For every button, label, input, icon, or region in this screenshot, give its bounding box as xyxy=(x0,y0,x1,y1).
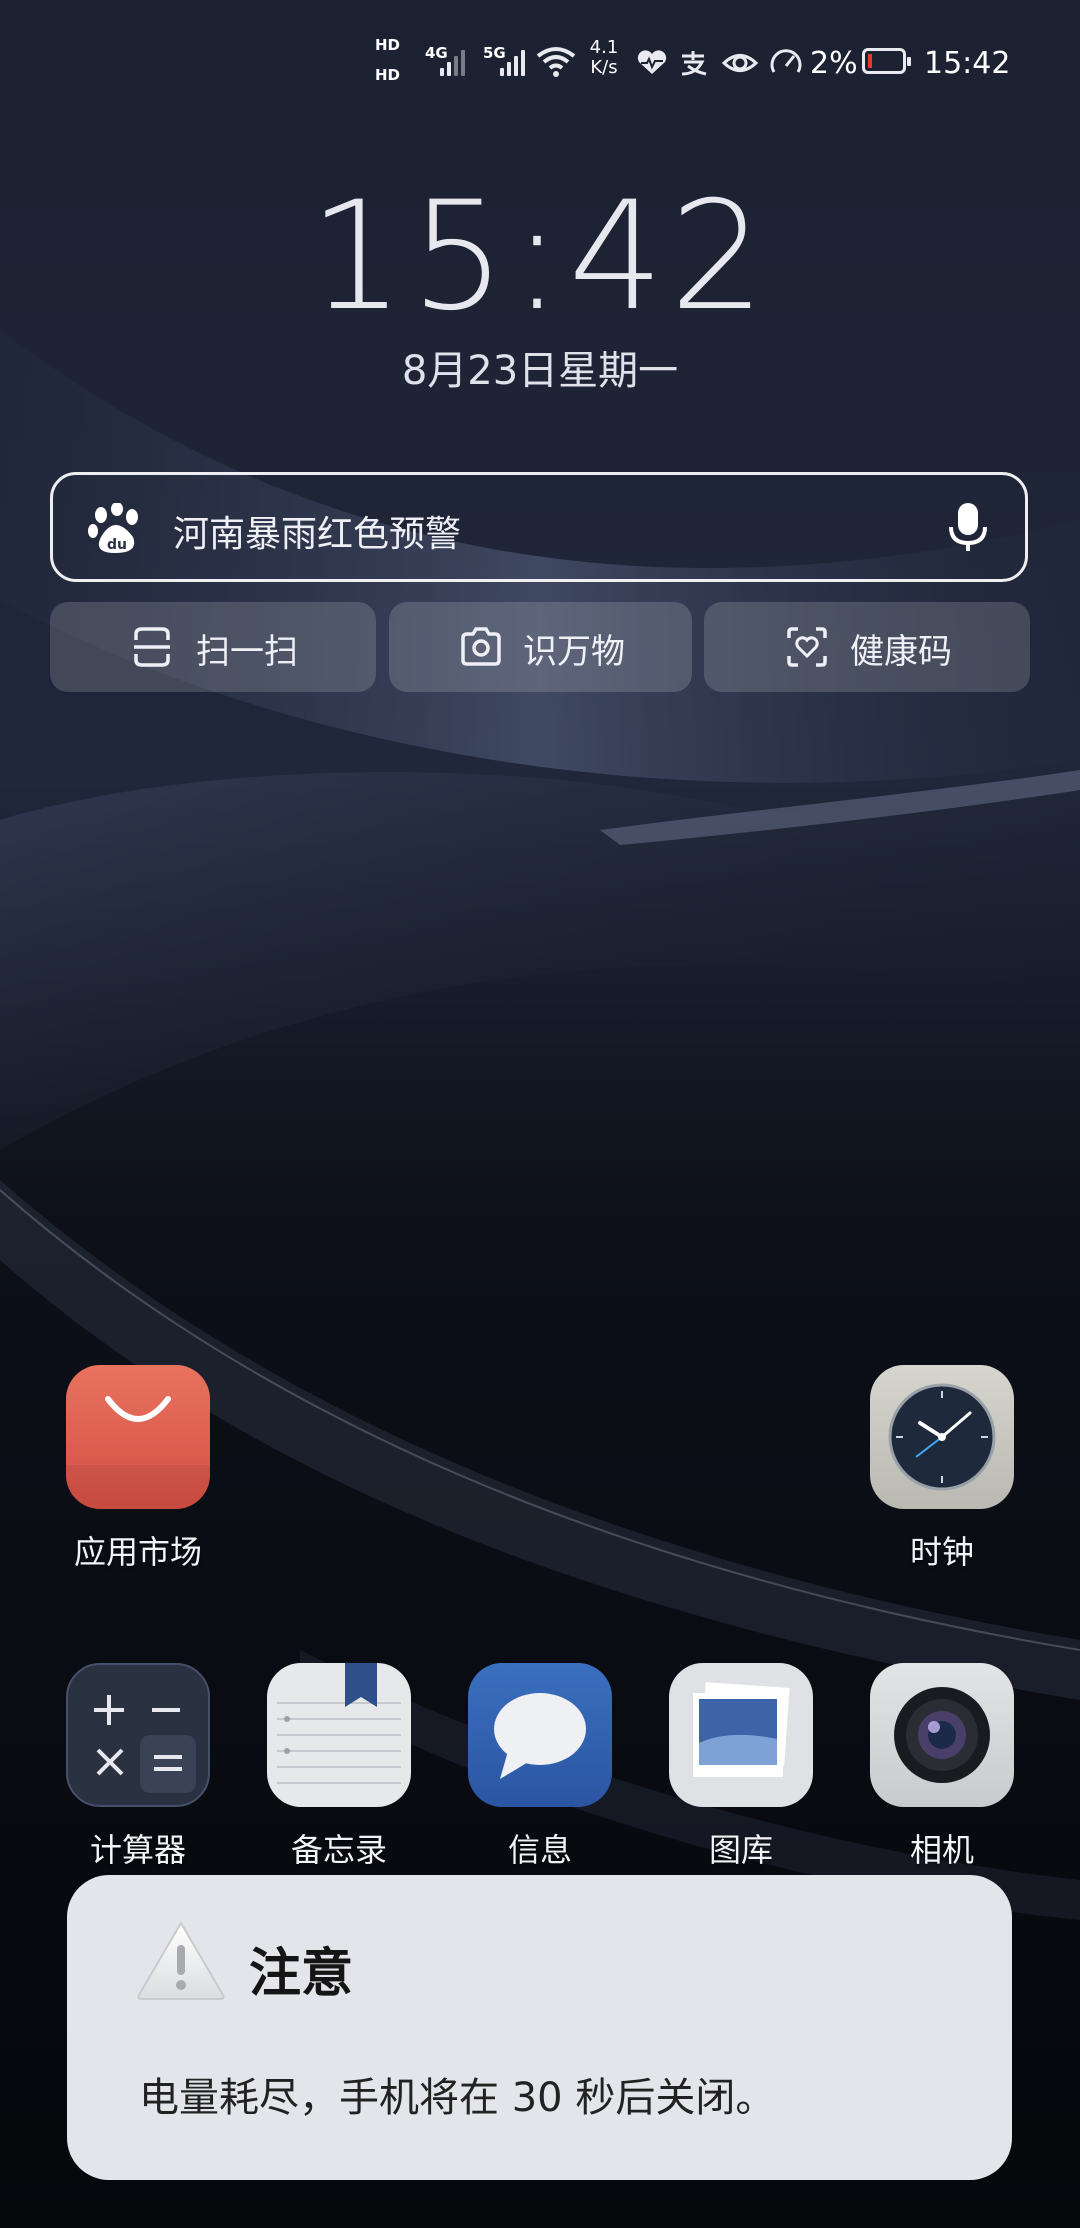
scan-button[interactable]: 扫一扫 xyxy=(50,602,376,692)
calculator-icon xyxy=(66,1663,210,1807)
scan-label: 扫一扫 xyxy=(196,632,298,672)
low-battery-dialog[interactable]: 注意 电量耗尽，手机将在 30 秒后关闭。 xyxy=(67,1875,1012,2180)
clock-widget-time[interactable]: 15:42 xyxy=(0,172,1080,342)
dialog-title: 注意 xyxy=(249,1944,354,2004)
microphone-icon[interactable] xyxy=(947,501,989,555)
wifi-icon xyxy=(536,47,576,77)
network-speed-value: 4.1 xyxy=(589,37,619,58)
calculator-app[interactable]: 计算器 xyxy=(58,1663,218,1871)
sim2-signal-icon xyxy=(500,46,530,76)
network-speed-unit: K/s xyxy=(590,57,618,78)
clock-widget-date[interactable]: 8月23日星期一 xyxy=(0,338,1080,396)
battery-icon xyxy=(862,48,911,74)
alipay-icon xyxy=(681,51,707,76)
health-code-button[interactable]: 健康码 xyxy=(704,602,1030,692)
notepad-app[interactable]: 备忘录 xyxy=(259,1663,419,1871)
app-market-label: 应用市场 xyxy=(73,1533,202,1571)
status-time: 15:42 xyxy=(924,46,1011,81)
app-market-app[interactable]: 应用市场 xyxy=(58,1365,218,1573)
clock-icon xyxy=(870,1365,1014,1509)
gallery-app[interactable]: 图库 xyxy=(661,1663,821,1871)
baidu-paw-icon: du xyxy=(88,503,138,553)
status-bar: HD HD 4G 5G 4.1 K/s 2% 15:42 xyxy=(0,30,1080,100)
calculator-label: 计算器 xyxy=(89,1831,186,1869)
identify-objects-button[interactable]: 识万物 xyxy=(389,602,692,692)
battery-percent: 2% xyxy=(810,46,858,81)
performance-gauge-icon xyxy=(770,49,802,73)
sim1-hd-badge: HD xyxy=(375,36,401,54)
identify-objects-label: 识万物 xyxy=(523,632,625,672)
messages-app[interactable]: 信息 xyxy=(460,1663,620,1871)
camera-app-label: 相机 xyxy=(909,1831,974,1869)
scan-icon xyxy=(134,627,170,667)
health-heart-icon xyxy=(637,50,667,74)
search-bar[interactable]: du 河南暴雨红色预警 xyxy=(50,472,1028,582)
clock-app[interactable]: 时钟 xyxy=(862,1365,1022,1573)
messages-icon xyxy=(468,1663,612,1807)
eye-comfort-icon xyxy=(722,54,758,72)
sim1-signal-icon xyxy=(440,46,470,76)
gallery-icon xyxy=(669,1663,813,1807)
health-code-label: 健康码 xyxy=(850,632,952,672)
search-input[interactable]: 河南暴雨红色预警 xyxy=(173,505,461,557)
messages-label: 信息 xyxy=(507,1831,572,1869)
notepad-label: 备忘录 xyxy=(290,1831,387,1869)
sim2-hd-badge: HD xyxy=(375,66,401,84)
health-code-icon xyxy=(787,627,827,667)
svg-text:du: du xyxy=(107,537,127,553)
camera-icon xyxy=(461,627,501,666)
warning-icon xyxy=(137,1921,225,2000)
clock-label: 时钟 xyxy=(909,1533,974,1571)
app-market-icon xyxy=(66,1365,210,1509)
camera-app-icon xyxy=(870,1663,1014,1807)
gallery-label: 图库 xyxy=(708,1831,773,1869)
dialog-message: 电量耗尽，手机将在 30 秒后关闭。 xyxy=(139,2075,776,2121)
network-speed: 4.1 K/s xyxy=(584,38,624,78)
notepad-icon xyxy=(267,1663,411,1807)
camera-app[interactable]: 相机 xyxy=(862,1663,1022,1871)
